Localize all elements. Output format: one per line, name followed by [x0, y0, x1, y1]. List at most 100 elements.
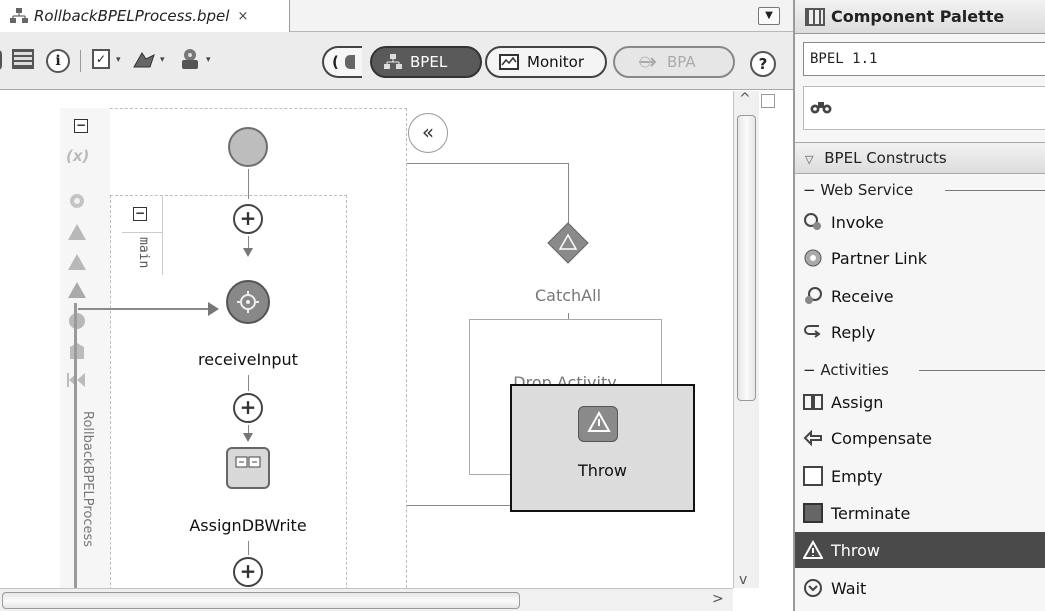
binoculars-icon — [810, 99, 832, 120]
vertical-scroll-thumb[interactable] — [737, 115, 756, 401]
palette-item-receive[interactable]: Receive — [795, 278, 1045, 314]
main-collapse-button[interactable]: − — [133, 207, 147, 221]
correlation-set-icon[interactable] — [67, 191, 87, 209]
item-label: Terminate — [831, 503, 911, 523]
flow-line — [248, 236, 249, 248]
variables-icon[interactable]: (x) — [66, 147, 89, 165]
palette-library-select[interactable]: BPEL 1.1 — [803, 42, 1045, 76]
main-header-divider — [162, 195, 163, 275]
palette-search-field[interactable] — [803, 86, 1045, 130]
receive-input-node[interactable] — [226, 280, 270, 324]
group-toggle-icon: − — [803, 181, 816, 199]
overview-toggle[interactable] — [761, 94, 775, 108]
flow-arrow — [243, 433, 253, 442]
item-label: Wait — [831, 578, 867, 598]
tools-icon[interactable] — [178, 48, 202, 74]
palette-group-activities[interactable]: − Activities — [795, 356, 1045, 384]
horizontal-scroll-thumb[interactable] — [2, 592, 520, 609]
toolbar-separator — [80, 50, 81, 72]
item-label: Receive — [831, 286, 894, 306]
catch-all-node[interactable] — [546, 221, 590, 265]
info-icon[interactable]: i — [46, 49, 70, 73]
item-label: Partner Link — [831, 248, 927, 268]
editor-toolbar: i ✓ ▾ ▾ ▾ ( BPEL Monitor BPA ? — [0, 32, 793, 90]
partner-link-line — [74, 303, 77, 588]
termination-handler-icon[interactable] — [67, 341, 87, 359]
add-activity-button[interactable]: + — [233, 393, 263, 423]
bpel-editor: RollbackBPELProcess.bpel × ▼ i ✓ ▾ ▾ ▾ ( — [0, 0, 793, 611]
deploy-dropdown-icon[interactable]: ▾ — [160, 55, 165, 81]
partial-hidden-button[interactable]: ( — [322, 46, 362, 78]
catch-connector — [407, 163, 568, 164]
scroll-right-icon[interactable]: > — [712, 591, 724, 607]
warning-icon[interactable] — [67, 281, 87, 299]
close-tab-icon[interactable]: × — [237, 9, 248, 24]
compensate-icon — [803, 428, 823, 448]
throw-drag-preview[interactable]: Throw — [510, 384, 695, 512]
fault-handler-icon[interactable] — [67, 223, 87, 241]
receive-icon — [803, 286, 823, 306]
bpa-view-button[interactable]: BPA — [613, 46, 735, 78]
palette-header: Component Palette — [795, 0, 1045, 34]
palette-item-reply[interactable]: Reply — [795, 314, 1045, 350]
palette-item-wait[interactable]: Wait — [795, 570, 1045, 606]
horizontal-scrollbar[interactable]: > — [0, 588, 733, 611]
start-node[interactable] — [228, 127, 268, 167]
palette-item-assign[interactable]: Assign — [795, 384, 1045, 420]
receive-gear-icon — [237, 291, 259, 313]
group-label: Web Service — [820, 181, 914, 199]
bpel-view-button[interactable]: BPEL — [370, 46, 482, 78]
partner-link-icon — [803, 248, 823, 268]
validate-dropdown-icon[interactable]: ▾ — [116, 55, 121, 81]
palette-item-terminate[interactable]: Terminate — [795, 495, 1045, 531]
palette-item-partner-link[interactable]: Partner Link — [795, 240, 1045, 276]
monitor-view-label: Monitor — [527, 53, 585, 71]
monitor-icon — [499, 54, 519, 70]
palette-item-throw[interactable]: Throw — [795, 532, 1045, 568]
empty-icon — [803, 466, 823, 486]
process-collapse-button[interactable]: − — [74, 119, 88, 133]
bpel-diagram-canvas[interactable]: − (x) RollbackBPELProcess − main + recei… — [0, 91, 760, 588]
partner-link-connector — [78, 308, 212, 310]
bpa-view-label: BPA — [667, 53, 696, 71]
reply-icon — [803, 322, 823, 342]
tab-list-dropdown[interactable]: ▼ — [758, 7, 780, 25]
add-activity-button[interactable]: + — [233, 557, 263, 587]
palette-item-compensate[interactable]: Compensate — [795, 420, 1045, 456]
flow-line — [248, 375, 249, 391]
vertical-scrollbar[interactable]: ^ v — [733, 91, 759, 588]
collapse-handlers-button[interactable]: « — [408, 113, 448, 153]
throw-icon — [803, 540, 823, 560]
validate-icon[interactable]: ✓ — [92, 49, 110, 69]
scroll-down-icon[interactable]: v — [739, 572, 747, 588]
rewind-icon[interactable] — [67, 371, 87, 389]
assign-icon — [235, 456, 261, 468]
compensation-handler-icon[interactable] — [67, 311, 87, 329]
bpa-icon — [637, 54, 659, 70]
item-label: Invoke — [831, 212, 884, 232]
add-activity-button[interactable]: + — [233, 204, 263, 234]
catch-all-label: CatchAll — [534, 286, 602, 305]
palette-group-web-service[interactable]: − Web Service — [795, 176, 1045, 204]
document-tab[interactable]: RollbackBPELProcess.bpel × — [0, 0, 290, 32]
deploy-icon[interactable] — [132, 49, 156, 75]
monitor-view-button[interactable]: Monitor — [485, 46, 607, 78]
overflow-icon[interactable] — [0, 50, 2, 76]
main-header-rule — [122, 232, 162, 233]
palette-item-empty[interactable]: Empty — [795, 458, 1045, 494]
tools-dropdown-icon[interactable]: ▾ — [206, 55, 211, 81]
item-label: Compensate — [831, 428, 932, 448]
palette-item-invoke[interactable]: Invoke — [795, 204, 1045, 240]
group-toggle-icon: − — [803, 361, 816, 379]
event-handler-icon[interactable] — [67, 253, 87, 271]
item-label: Throw — [831, 540, 881, 560]
catch-connector — [568, 163, 569, 227]
assign-db-write-node[interactable] — [226, 447, 270, 489]
palette-section-bpel-constructs[interactable]: ▽ BPEL Constructs — [795, 142, 1045, 174]
throw-label: Throw — [577, 461, 627, 480]
scroll-up-icon[interactable]: ^ — [739, 91, 751, 107]
structure-view-icon[interactable] — [12, 49, 34, 69]
item-label: Assign — [831, 392, 884, 412]
flow-line — [248, 169, 249, 199]
help-icon[interactable]: ? — [750, 51, 776, 77]
